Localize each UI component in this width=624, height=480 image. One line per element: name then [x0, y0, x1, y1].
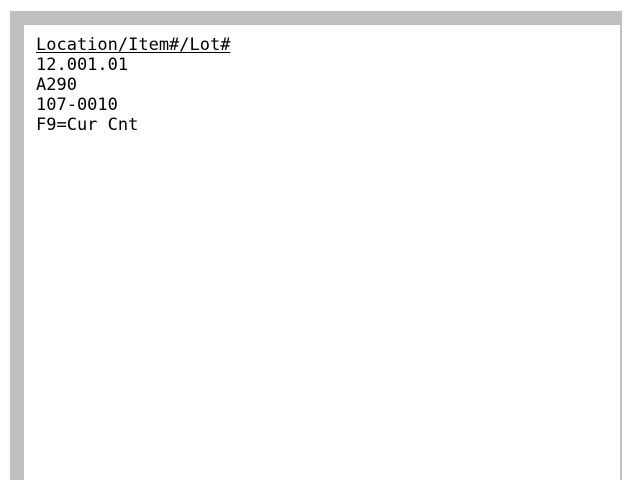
item-value: A290 [36, 75, 77, 95]
lot-value: 107-0010 [36, 95, 118, 115]
location-value: 12.001.01 [36, 55, 129, 75]
f9-current-count-hint[interactable]: F9=Cur Cnt [36, 115, 230, 135]
terminal-text-area: Location/Item#/Lot# 12.001.01 A290 107-0… [36, 35, 230, 135]
screen-header: Location/Item#/Lot# [36, 35, 231, 55]
